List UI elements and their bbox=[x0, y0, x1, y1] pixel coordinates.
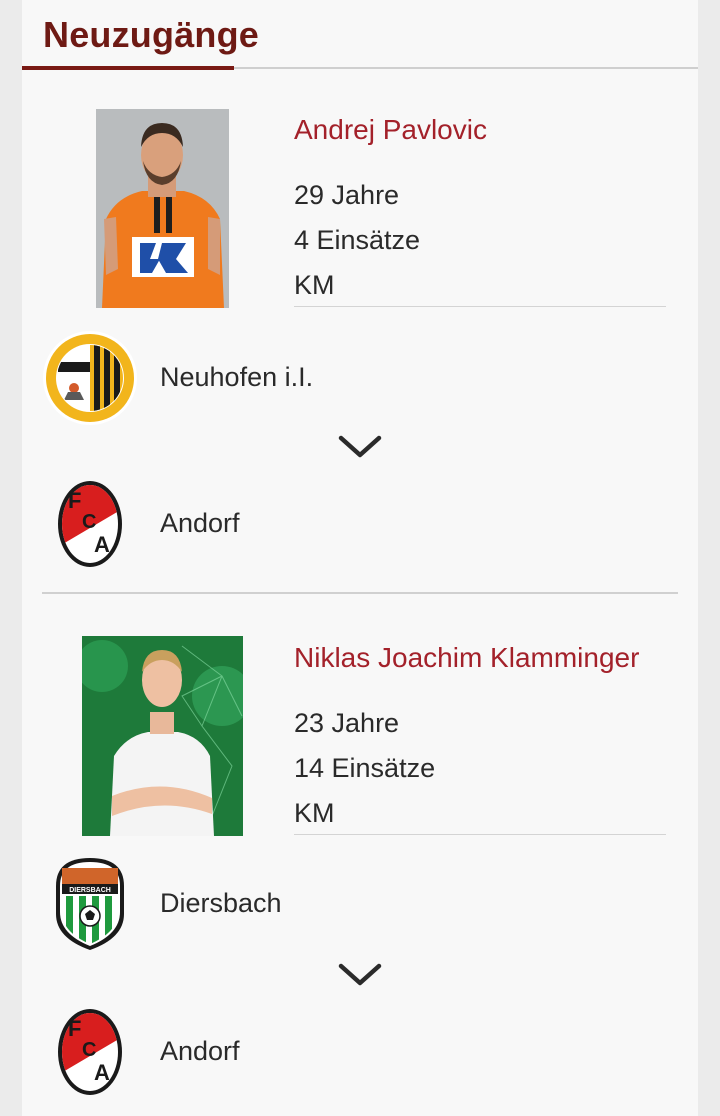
svg-text:C: C bbox=[82, 1039, 96, 1061]
transfers-card: Neuzugänge Andrej Pavlovic 29 Jahre 4 Ei… bbox=[22, 0, 698, 1116]
player-entry[interactable]: Niklas Joachim Klamminger 23 Jahre 14 Ei… bbox=[22, 0, 698, 1116]
player-name[interactable]: Niklas Joachim Klamminger bbox=[294, 642, 639, 674]
chevron-down-icon bbox=[338, 962, 382, 993]
to-club[interactable]: F C A Andorf bbox=[22, 1006, 698, 1106]
club-name[interactable]: Diersbach bbox=[160, 888, 282, 919]
player-appearances: 14 Einsätze bbox=[294, 753, 436, 783]
player-photo[interactable] bbox=[82, 636, 243, 836]
svg-text:DIERSBACH: DIERSBACH bbox=[69, 887, 111, 894]
club-logo-andorf: F C A bbox=[56, 1006, 124, 1103]
from-club[interactable]: DIERSBACH Diersbach bbox=[22, 856, 698, 956]
info-divider bbox=[294, 834, 666, 835]
player-league: KM bbox=[294, 798, 335, 828]
svg-text:F: F bbox=[68, 1016, 81, 1041]
svg-text:A: A bbox=[94, 1060, 110, 1085]
club-name[interactable]: Andorf bbox=[160, 1036, 240, 1067]
player-age: 23 Jahre bbox=[294, 708, 400, 738]
club-logo-diersbach: DIERSBACH bbox=[54, 856, 126, 957]
